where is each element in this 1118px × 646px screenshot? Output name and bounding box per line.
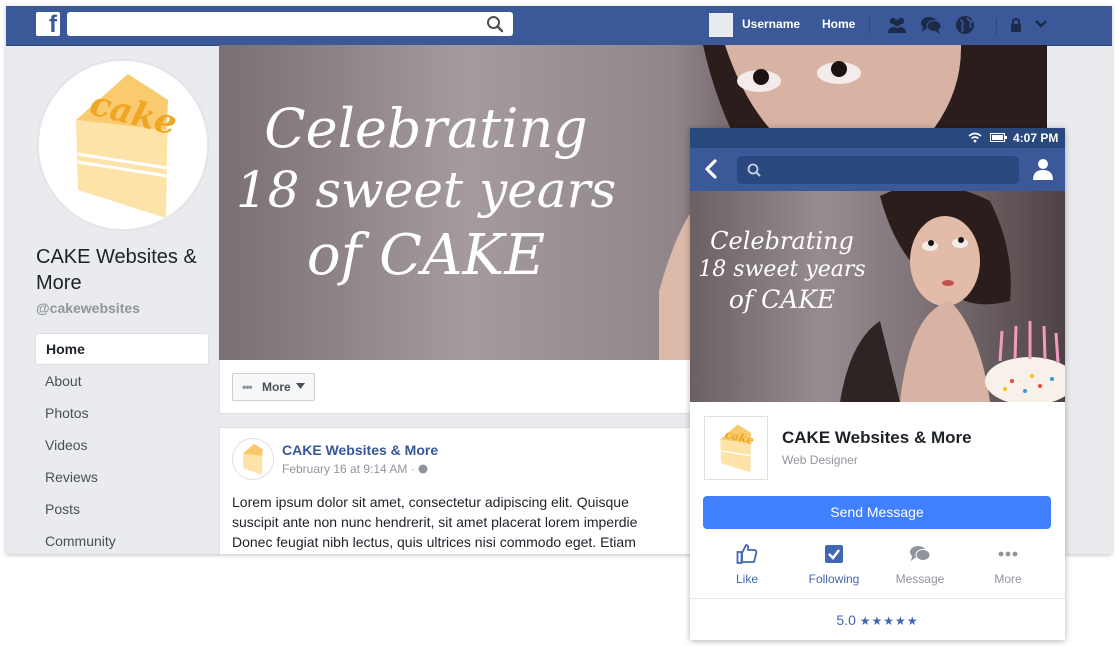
post-author-avatar[interactable] [232, 438, 274, 480]
cake-logo-icon [242, 443, 263, 475]
sidebar-item-home[interactable]: Home [35, 333, 209, 365]
sidebar-item-photos[interactable]: Photos [35, 398, 207, 428]
nav-divider [996, 18, 997, 34]
search-icon[interactable] [486, 15, 504, 33]
post-text-line: suscipit ante non nunc hendrerit, sit am… [232, 514, 638, 530]
battery-icon [990, 133, 1007, 142]
cover-text-line2: 18 sweet years [235, 161, 617, 219]
speech-bubbles-icon [910, 546, 931, 561]
cover-text-line2: 18 sweet years [698, 257, 866, 282]
cake-logo-icon: cake [720, 424, 755, 473]
username-link[interactable]: Username [742, 17, 800, 31]
rating-value: 5.0 [836, 612, 856, 628]
more-dots-icon [998, 551, 1018, 557]
divider [690, 598, 1065, 599]
globe-icon[interactable] [954, 14, 976, 36]
status-bar: 4:07 PM [690, 128, 1065, 148]
more-dots-icon: ••• [242, 380, 253, 394]
chevron-down-icon[interactable] [1034, 17, 1048, 31]
profile-picture[interactable]: cake [37, 59, 209, 231]
caret-down-icon [296, 383, 305, 389]
post-timestamp[interactable]: February 16 at 9:14 AM · [282, 462, 428, 476]
send-message-button[interactable]: Send Message [703, 496, 1051, 529]
message-button[interactable]: Message [880, 543, 960, 593]
status-time: 4:07 PM [1013, 131, 1059, 145]
post-author-name[interactable]: CAKE Websites & More [282, 442, 438, 458]
lock-icon[interactable] [1009, 17, 1023, 33]
page-handle[interactable]: @cakewebsites [36, 300, 140, 316]
following-button[interactable]: Following [794, 543, 874, 593]
star-rating-icon: ★★★★★ [859, 614, 919, 628]
cover-text-line3: of CAKE [728, 285, 836, 314]
sidebar-item-videos[interactable]: Videos [35, 430, 207, 460]
more-button[interactable]: ••• More [232, 373, 315, 401]
facebook-logo-icon[interactable]: f [36, 11, 60, 38]
sidebar-item-reviews[interactable]: Reviews [35, 462, 207, 492]
top-navigation-bar: f Username Home [6, 6, 1112, 46]
globe-icon [418, 464, 428, 474]
mobile-search-input[interactable] [737, 156, 1019, 184]
user-avatar[interactable] [709, 13, 733, 37]
cake-logo-icon: cake [76, 74, 178, 218]
friends-icon[interactable] [886, 14, 908, 36]
cover-text-line1: Celebrating [264, 97, 588, 160]
post-text-line: Lorem ipsum dolor sit amet, consectetur … [232, 494, 629, 510]
nav-divider [869, 18, 870, 34]
thumbs-up-icon [736, 544, 758, 564]
mobile-header [690, 148, 1065, 191]
mobile-page-mockup: 4:07 PM Celebrating 18 sweet years of CA… [690, 128, 1065, 640]
rating[interactable]: 5.0 ★★★★★ [690, 612, 1065, 628]
back-arrow-icon[interactable] [704, 159, 718, 179]
mobile-cover-photo[interactable]: Celebrating 18 sweet years of CAKE [690, 191, 1065, 402]
page-name-line2: More [36, 272, 82, 294]
sidebar-item-posts[interactable]: Posts [35, 494, 207, 524]
cover-text-line1: Celebrating [710, 227, 854, 255]
post-text-line: Donec feugiat nibh lectus, quis ultrices… [232, 534, 636, 550]
profile-icon[interactable] [1033, 158, 1053, 180]
mobile-page-name: CAKE Websites & More [782, 428, 972, 447]
search-input[interactable] [67, 12, 513, 36]
sidebar-item-community[interactable]: Community [35, 526, 207, 554]
page-name-line1: CAKE Websites & [36, 246, 197, 268]
wifi-icon [968, 132, 982, 143]
more-actions-button[interactable]: More [968, 543, 1048, 593]
sidebar-item-about[interactable]: About [35, 366, 207, 396]
home-link[interactable]: Home [822, 17, 855, 31]
cover-text-line3: of CAKE [306, 223, 546, 288]
messages-icon[interactable] [920, 14, 942, 36]
mobile-page-category: Web Designer [782, 453, 858, 467]
page-name: CAKE Websites & More [36, 244, 216, 296]
check-box-icon [825, 545, 843, 563]
like-button[interactable]: Like [707, 543, 787, 593]
search-icon [747, 163, 761, 177]
mobile-profile-picture[interactable]: cake [704, 416, 768, 480]
